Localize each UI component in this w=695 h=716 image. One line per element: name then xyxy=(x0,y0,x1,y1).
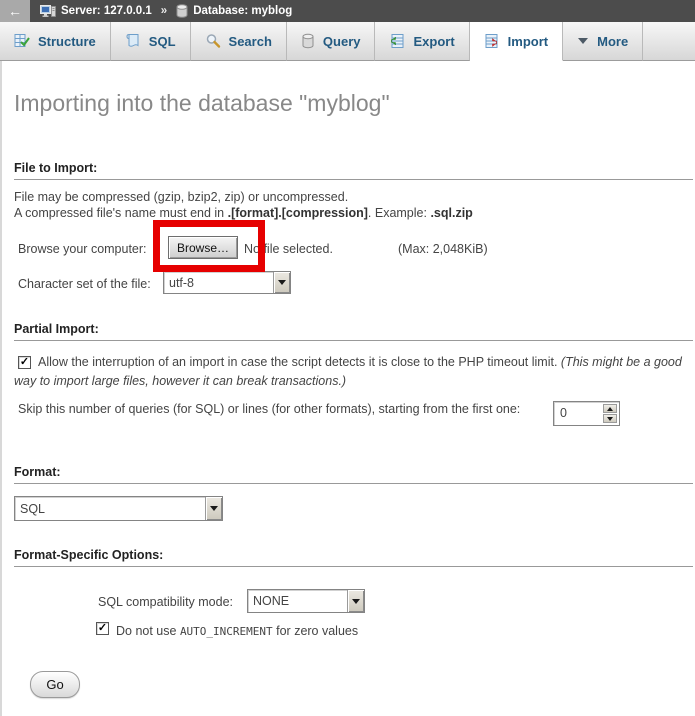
database-icon xyxy=(176,4,188,18)
browse-button[interactable]: Browse… xyxy=(168,236,238,259)
tab-import[interactable]: Import xyxy=(470,22,563,61)
back-arrow-icon: ← xyxy=(8,3,22,19)
section-heading-file-to-import: File to Import: xyxy=(14,161,693,180)
allow-interrupt-label: Allow the interruption of an import in c… xyxy=(14,353,690,390)
tab-more[interactable]: More xyxy=(563,22,643,61)
tab-structure[interactable]: Structure xyxy=(0,22,111,61)
format-select-value: SQL xyxy=(15,502,45,516)
chevron-down-icon[interactable] xyxy=(347,590,364,612)
no-file-selected-text: No file selected. xyxy=(244,242,333,256)
chevron-down-icon xyxy=(577,37,589,45)
no-auto-increment-label: Do not use AUTO_INCREMENT for zero value… xyxy=(116,624,358,638)
format-select[interactable]: SQL xyxy=(14,496,223,521)
server-icon xyxy=(40,4,56,18)
max-upload-size: (Max: 2,048KiB) xyxy=(398,242,488,256)
skip-queries-value: 0 xyxy=(554,402,601,425)
tab-label: SQL xyxy=(149,34,176,49)
stepper-down-icon[interactable] xyxy=(603,414,617,423)
chevron-down-icon[interactable] xyxy=(205,497,222,520)
tab-label: Export xyxy=(413,34,454,49)
section-heading-format-options: Format-Specific Options: xyxy=(14,548,693,567)
search-icon xyxy=(205,33,221,49)
skip-queries-stepper[interactable]: 0 xyxy=(553,401,620,426)
structure-icon xyxy=(14,33,30,49)
sql-compat-select-value: NONE xyxy=(248,594,289,608)
tab-query[interactable]: Query xyxy=(287,22,376,61)
tab-export[interactable]: Export xyxy=(375,22,469,61)
tab-label: Structure xyxy=(38,34,96,49)
sql-icon xyxy=(125,33,141,49)
charset-label: Character set of the file: xyxy=(18,277,151,291)
chevron-down-icon[interactable] xyxy=(273,272,290,293)
tab-bar: Structure SQL Search xyxy=(0,22,695,61)
stepper-up-icon[interactable] xyxy=(603,404,617,413)
go-button[interactable]: Go xyxy=(30,671,80,698)
page-title: Importing into the database "myblog" xyxy=(14,90,390,117)
section-heading-format: Format: xyxy=(14,465,693,484)
no-auto-increment-checkbox[interactable]: ✓ xyxy=(96,622,109,635)
file-import-description: File may be compressed (gzip, bzip2, zip… xyxy=(14,189,473,221)
skip-queries-label: Skip this number of queries (for SQL) or… xyxy=(18,402,520,416)
charset-select[interactable]: utf-8 xyxy=(163,271,291,294)
phpmyadmin-import-page: ← Server: 127.0.0.1 » xyxy=(0,0,695,716)
tab-bar-filler xyxy=(643,22,695,61)
tab-search[interactable]: Search xyxy=(191,22,287,61)
tab-label: Search xyxy=(229,34,272,49)
sql-compat-select[interactable]: NONE xyxy=(247,589,365,613)
charset-select-value: utf-8 xyxy=(164,276,194,290)
query-icon xyxy=(301,33,315,49)
tab-label: More xyxy=(597,34,628,49)
breadcrumb-database[interactable]: Database: myblog xyxy=(193,5,292,17)
section-heading-partial-import: Partial Import: xyxy=(14,322,693,341)
breadcrumb-separator: » xyxy=(161,5,167,17)
breadcrumb-server[interactable]: Server: 127.0.0.1 xyxy=(61,5,152,17)
tab-sql[interactable]: SQL xyxy=(111,22,191,61)
breadcrumb: ← Server: 127.0.0.1 » xyxy=(0,0,695,22)
export-icon xyxy=(389,33,405,49)
sql-compat-label: SQL compatibility mode: xyxy=(98,595,233,609)
tab-label: Query xyxy=(323,34,361,49)
tab-label: Import xyxy=(508,34,548,49)
browse-computer-label: Browse your computer: xyxy=(18,242,147,256)
import-icon xyxy=(484,33,500,49)
back-button[interactable]: ← xyxy=(0,0,30,22)
